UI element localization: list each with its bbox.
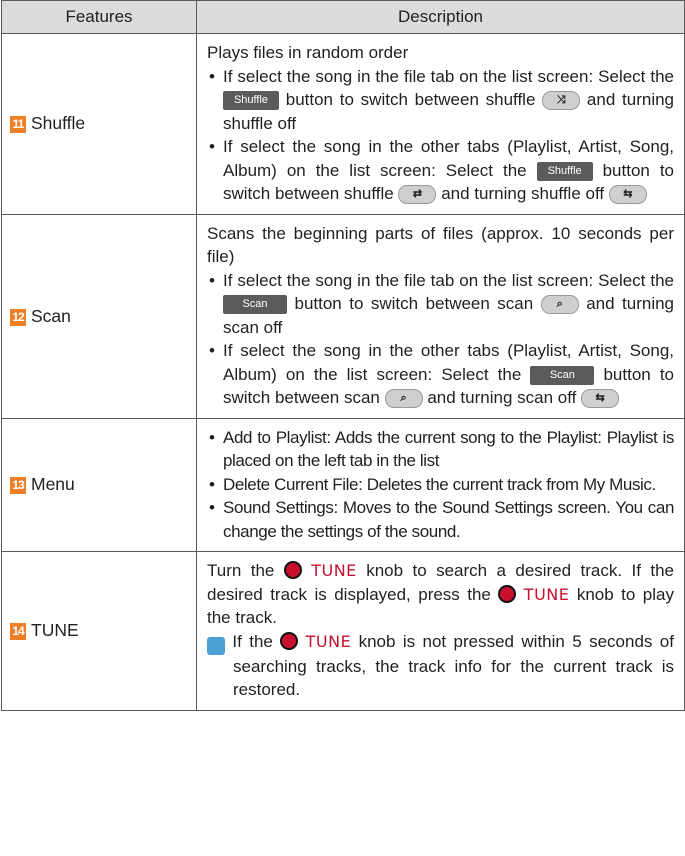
number-badge: 14 — [10, 623, 26, 641]
feature-label: TUNE — [31, 620, 79, 641]
table-row-menu: 13 Menu Add to Playlist: Adds the current… — [1, 417, 685, 552]
description-header: Description — [196, 0, 685, 34]
tune-label: TUNE — [523, 584, 570, 604]
shuffle-folder-icon: ⇄ — [398, 185, 437, 205]
list-item: Delete Current File: Deletes the current… — [207, 473, 674, 497]
features-header: Features — [1, 0, 197, 34]
repeat-icon: ⇆ — [581, 389, 620, 409]
table-row-tune: 14 TUNE Turn the TUNE knob to search a de… — [1, 551, 685, 711]
header-row: Features Description — [1, 0, 685, 34]
feature-label: Scan — [31, 305, 71, 326]
number-badge: 13 — [10, 477, 26, 495]
bullet-list: If select the song in the file tab on th… — [207, 65, 674, 206]
intro-text: Plays files in random order — [207, 43, 409, 62]
description-cell-tune: Turn the TUNE knob to search a desired t… — [196, 551, 685, 711]
description-cell-scan: Scans the beginning parts of files (appr… — [196, 213, 685, 419]
feature-cell-menu: 13 Menu — [1, 417, 197, 552]
tune-knob-icon — [283, 561, 302, 579]
tune-paragraph: Turn the TUNE knob to search a desired t… — [207, 561, 674, 627]
tune-label: TUNE — [305, 631, 352, 651]
feature-cell-tune: 14 TUNE — [1, 551, 197, 711]
shuffle-button-icon: Shuffle — [536, 161, 593, 181]
scan-on-icon: ⌕ — [540, 295, 579, 315]
repeat-icon: ⇆ — [608, 185, 647, 205]
table-row-scan: 12 Scan Scans the beginning parts of file… — [1, 213, 685, 419]
list-item: Sound Settings: Moves to the Sound Setti… — [207, 496, 674, 543]
number-badge: 11 — [10, 116, 26, 134]
list-item: If select the song in the other tabs (Pl… — [207, 135, 674, 206]
description-cell-menu: Add to Playlist: Adds the current song t… — [196, 417, 685, 552]
feature-label: Shuffle — [31, 113, 86, 134]
list-item: If select the song in the file tab on th… — [207, 269, 674, 340]
number-badge: 12 — [10, 308, 26, 326]
intro-text: Scans the beginning parts of files (appr… — [207, 223, 674, 267]
feature-label: Menu — [31, 474, 75, 495]
feature-cell-scan: 12 Scan — [1, 213, 197, 419]
scan-folder-icon: ⌕ — [384, 389, 423, 409]
shuffle-on-icon: ⤨ — [542, 91, 581, 111]
tune-knob-icon — [280, 631, 299, 650]
info-note: i If the TUNE knob is not pressed within… — [200, 631, 674, 699]
list-item: Add to Playlist: Adds the current song t… — [207, 426, 674, 473]
info-icon: i — [201, 636, 225, 655]
table-row-shuffle: 11 Shuffle Plays files in random order If… — [1, 33, 685, 215]
scan-button-icon: Scan — [530, 365, 595, 385]
bullet-list: If select the song in the file tab on th… — [207, 269, 674, 410]
description-cell-shuffle: Plays files in random order If select th… — [196, 33, 685, 215]
features-table: Features Description 11 Shuffle Plays fil… — [1, 0, 685, 711]
tune-label: TUNE — [311, 561, 357, 580]
list-item: If select the song in the file tab on th… — [207, 65, 674, 136]
scan-button-icon: Scan — [223, 295, 287, 315]
tune-knob-icon — [498, 584, 517, 603]
bullet-list: Add to Playlist: Adds the current song t… — [207, 426, 674, 544]
feature-cell-shuffle: 11 Shuffle — [1, 33, 197, 215]
list-item: If select the song in the other tabs (Pl… — [207, 339, 674, 410]
shuffle-button-icon: Shuffle — [223, 91, 279, 111]
